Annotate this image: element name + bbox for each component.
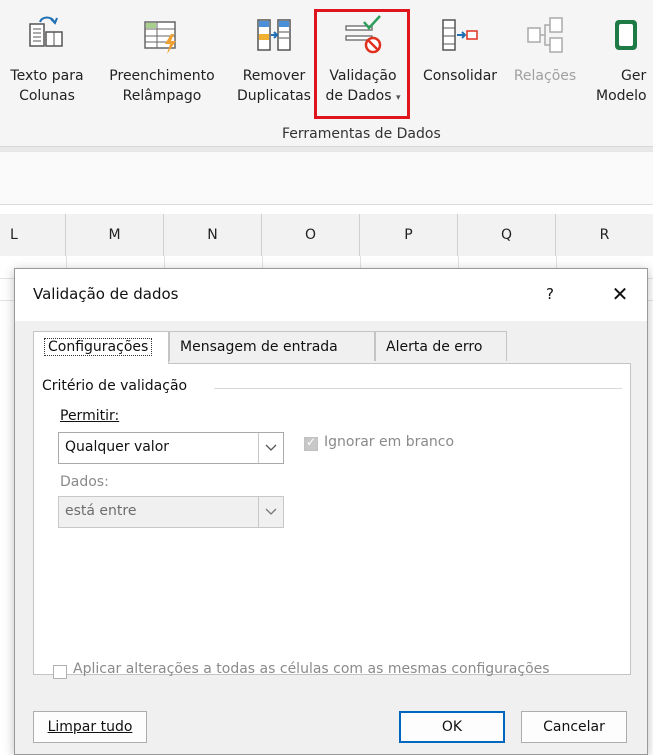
tab-label: Alerta de erro: [386, 339, 483, 355]
relationships-button[interactable]: Relações: [500, 0, 590, 130]
ignore-blank-label: Ignorar em branco: [324, 434, 455, 450]
tab-input-message[interactable]: Mensagem de entrada: [169, 331, 375, 361]
column-headers: L M N O P Q R: [0, 214, 653, 257]
apply-all-label: Aplicar alterações a todas as células co…: [73, 661, 550, 677]
close-button[interactable]: ✕: [603, 279, 637, 309]
data-model-icon: [615, 20, 637, 50]
relationships-label: Relações: [513, 68, 577, 84]
cancel-button[interactable]: Cancelar: [521, 711, 627, 743]
column-header[interactable]: O: [262, 214, 360, 256]
tab-label: Mensagem de entrada: [180, 339, 338, 355]
column-header[interactable]: P: [360, 214, 458, 256]
formula-bar: [0, 152, 653, 205]
clear-all-label: Limpar tudo: [47, 719, 133, 735]
ok-button[interactable]: OK: [399, 711, 505, 743]
section-divider: [214, 388, 622, 389]
flash-fill-label-2: Relâmpago: [122, 88, 202, 104]
tab-label: Configurações: [44, 338, 153, 356]
flash-fill-button[interactable]: Preenchimento Relâmpago: [98, 0, 226, 130]
dialog-title: Validação de dados: [33, 285, 179, 303]
column-header[interactable]: Q: [458, 214, 556, 256]
column-header[interactable]: R: [556, 214, 653, 256]
ribbon: Texto para Colunas Preenchimento Relâmpago…: [0, 0, 653, 153]
chevron-down-icon[interactable]: [258, 497, 283, 527]
data-model-label-1: Ger: [621, 68, 647, 84]
help-button[interactable]: ?: [535, 279, 565, 309]
apply-all-checkbox[interactable]: [53, 665, 67, 679]
remove-duplicates-label-2: Duplicatas: [237, 88, 311, 104]
allow-label-text: Permitir:: [60, 408, 120, 424]
consolidate-icon: [442, 19, 478, 51]
consolidate-label: Consolidar: [422, 68, 498, 84]
highlight-box: [314, 9, 410, 119]
data-model-label-2: Modelo: [596, 88, 647, 104]
flash-fill-label-1: Preenchimento: [109, 68, 215, 84]
tab-error-alert[interactable]: Alerta de erro: [375, 331, 507, 361]
text-to-columns-label-1: Texto para: [10, 68, 84, 84]
text-to-columns-button[interactable]: Texto para Colunas: [4, 0, 90, 130]
column-header[interactable]: L: [0, 214, 66, 256]
clear-all-button[interactable]: Limpar tudo: [33, 711, 147, 743]
text-to-columns-icon: [29, 16, 63, 47]
remove-duplicates-label-1: Remover: [242, 68, 306, 84]
section-title: Critério de validação: [42, 378, 188, 394]
tab-settings[interactable]: Configurações: [33, 331, 169, 364]
column-header[interactable]: M: [66, 214, 164, 256]
text-to-columns-label-2: Colunas: [19, 88, 75, 104]
relationships-icon: [527, 17, 563, 53]
consolidate-button[interactable]: Consolidar: [418, 0, 502, 130]
allow-value: Qualquer valor: [65, 439, 170, 455]
data-label: Dados:: [60, 474, 109, 490]
allow-dropdown[interactable]: Qualquer valor: [58, 432, 284, 464]
data-model-button[interactable]: Ger Modelo: [596, 0, 653, 130]
dialog-titlebar[interactable]: Validação de dados ? ✕: [15, 269, 647, 321]
chevron-down-icon[interactable]: [258, 433, 283, 463]
data-value: está entre: [65, 503, 137, 519]
column-header[interactable]: N: [164, 214, 262, 256]
remove-duplicates-button[interactable]: Remover Duplicatas: [230, 0, 318, 130]
data-dropdown[interactable]: está entre: [58, 496, 284, 528]
data-validation-dialog: Validação de dados ? ✕ Configurações Men…: [14, 268, 648, 755]
group-label: Ferramentas de Dados: [282, 126, 441, 142]
flash-fill-icon: [144, 21, 176, 54]
remove-duplicates-icon: [257, 19, 291, 51]
allow-label: Permitir:: [60, 408, 119, 424]
ignore-blank-checkbox[interactable]: [304, 435, 318, 451]
settings-panel: Critério de validação Permitir: Qualquer…: [33, 363, 631, 675]
